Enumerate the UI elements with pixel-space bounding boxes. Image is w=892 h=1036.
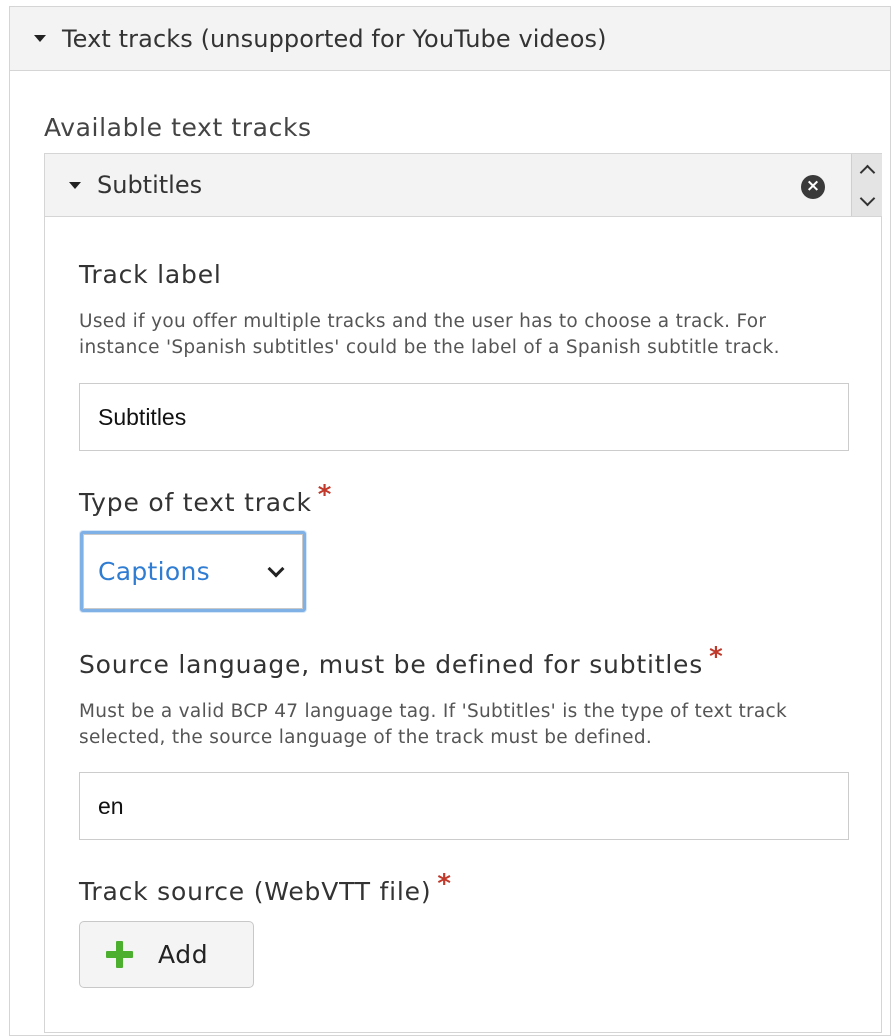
track-source-text: Track source (WebVTT file) (79, 877, 432, 906)
track-label-text: Track label (79, 260, 222, 289)
source-language-text: Source language, must be defined for sub… (79, 650, 704, 679)
track-type-selected: Captions (98, 557, 210, 586)
remove-icon[interactable]: × (801, 175, 825, 199)
track-item-title: Subtitles (97, 171, 203, 199)
caret-down-icon[interactable] (34, 35, 46, 42)
add-track-source-button[interactable]: Add (79, 921, 254, 988)
caret-down-icon[interactable] (69, 181, 81, 189)
move-up-button[interactable] (852, 154, 882, 185)
add-button-label: Add (158, 940, 209, 969)
track-label-label: Track label (79, 260, 222, 289)
required-marker: * (317, 480, 333, 510)
required-marker: * (709, 642, 724, 672)
plus-icon (106, 941, 133, 968)
track-label-input[interactable]: Subtitles (79, 383, 849, 451)
text-tracks-group-header[interactable]: Text tracks (unsupported for YouTube vid… (10, 7, 890, 71)
order-controls (851, 154, 882, 216)
track-type-label: Type of text track * (79, 480, 332, 518)
source-language-input[interactable]: en (79, 772, 849, 840)
track-type-text: Type of text track (79, 488, 312, 517)
chevron-down-icon (267, 560, 285, 578)
source-language-value: en (98, 792, 124, 819)
chevron-up-icon (859, 164, 875, 180)
track-label-value: Subtitles (98, 403, 187, 430)
track-source-label: Track source (WebVTT file) * (79, 869, 452, 907)
source-language-description: Must be a valid BCP 47 language tag. If … (79, 701, 788, 748)
source-language-label: Source language, must be defined for sub… (79, 642, 723, 680)
required-marker: * (437, 869, 452, 899)
track-type-select[interactable]: Captions (80, 531, 306, 612)
track-label-description: Used if you offer multiple tracks and th… (79, 311, 780, 358)
track-item-subtitles: Subtitles × Track label Used if you offe… (44, 153, 882, 1033)
text-tracks-group: Text tracks (unsupported for YouTube vid… (9, 6, 891, 1036)
group-title: Text tracks (unsupported for YouTube vid… (62, 24, 607, 53)
track-item-header[interactable]: Subtitles × (45, 154, 882, 217)
chevron-down-icon (859, 190, 875, 206)
move-down-button[interactable] (852, 185, 882, 216)
available-tracks-label: Available text tracks (44, 113, 312, 142)
